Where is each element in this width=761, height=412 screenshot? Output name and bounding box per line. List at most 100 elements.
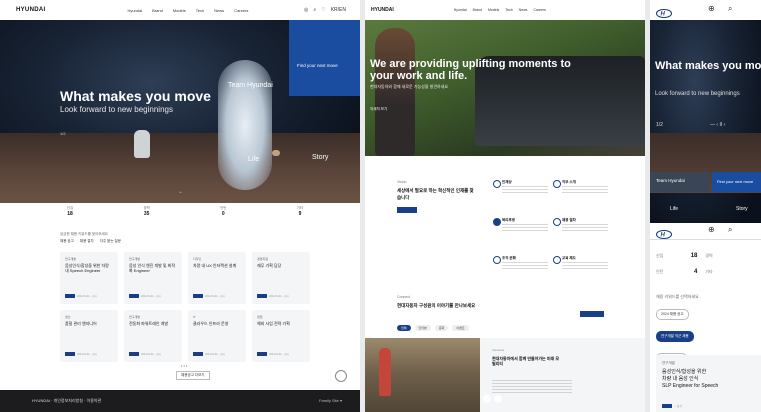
story-tab[interactable]: 전체 [397, 325, 411, 331]
menu-item[interactable]: Tech [505, 8, 512, 12]
stat-unit: 기타 [705, 269, 713, 274]
job-date: 2024.01.01 ~ 상시 [269, 353, 289, 356]
hero-label-life[interactable]: Life [248, 156, 259, 163]
stat-item[interactable]: 신입 18 [40, 206, 100, 220]
keyword-chip[interactable]: 채용 공고 [60, 239, 74, 244]
vision-button[interactable] [397, 207, 417, 213]
job-card[interactable]: 연구개발 음성인식/합성을 위한 차량 내 음성 인식 SLP Engineer f… [656, 355, 761, 412]
service-item[interactable]: 인재상 [493, 180, 553, 202]
section-title: 세상에서 필요로 하는 혁신적인 인재를 찾습니다 [397, 188, 474, 200]
light-portal [218, 60, 272, 190]
menu-item[interactable]: Careers [234, 8, 248, 13]
menu-item[interactable]: Tech [196, 8, 204, 13]
menu-item[interactable]: News [519, 8, 528, 12]
job-category: 경영지원 [257, 257, 269, 261]
job-card[interactable]: 연구개발 음성 인식 엔진 개발 및 최적화 Engineer 2024.01.01… [124, 252, 182, 304]
service-item[interactable]: 복리후생 [493, 218, 553, 240]
service-grid: 인재상 직무 소개 복리후생 채용 절차 조직 문화 교육 제도 [493, 180, 613, 278]
stat-row[interactable]: 신입 18 경력 [656, 248, 756, 264]
globe-icon[interactable]: ◎ [304, 7, 308, 13]
globe-icon[interactable]: ⊕ [708, 4, 715, 13]
footer-links[interactable]: HYUNDAI · 개인정보처리방침 · 이용약관 [32, 398, 101, 404]
story-tab[interactable]: 이벤트 [452, 325, 469, 331]
keyword-chip[interactable]: 2024 채용 공고 [656, 309, 689, 320]
menu-item[interactable]: News [214, 8, 224, 13]
service-icon [553, 218, 561, 226]
svg-text:H: H [661, 233, 666, 239]
service-item[interactable]: 직무 소개 [553, 180, 613, 202]
story-tab[interactable]: 문화 [434, 325, 449, 331]
chatbot-icon[interactable] [335, 370, 347, 382]
job-card[interactable]: 디자인 차량 내 UX 인터랙션 설계 2024.01.01 ~ 상시 [188, 252, 246, 304]
hyundai-logo-icon[interactable]: H [656, 226, 672, 244]
job-card[interactable]: 연구개발 전동화 파워트레인 개발 2024.01.01 ~ 상시 [124, 310, 182, 362]
find-next-move-panel[interactable]: Find your next move [289, 20, 360, 96]
language-toggle[interactable]: KR/EN [331, 7, 346, 13]
more-jobs-button[interactable]: 채용공고 더보기 [176, 371, 210, 380]
hero-label-life[interactable]: Life [670, 206, 678, 212]
hero-label-team[interactable]: Team Hyundai [228, 82, 273, 89]
job-category: 연구개발 [129, 257, 141, 261]
search-icon[interactable]: ⌕ [728, 4, 732, 14]
hero-subtitle: 현대자동차와 함께 새로운 가능성을 발견하세요 [370, 84, 449, 89]
hero-label-story[interactable]: Story [736, 206, 748, 212]
job-card[interactable]: 경영지원 재무 기획 담당 2024.01.01 ~ 상시 [252, 252, 310, 304]
story-article[interactable]: Interview 현대자동차에서 함께 만들어가는 미래 모빌리티 [480, 338, 645, 412]
stat-item[interactable]: 기타 9 [270, 206, 330, 220]
service-description [502, 224, 548, 233]
service-item[interactable]: 채용 절차 [553, 218, 613, 240]
menu-item[interactable]: Hyundai [454, 8, 467, 12]
view-all-button[interactable] [580, 311, 604, 317]
job-badge [193, 294, 203, 298]
pagination-dots[interactable]: • • • [181, 363, 187, 368]
astronaut-figure [134, 130, 150, 158]
prev-arrow-icon[interactable] [483, 395, 491, 403]
search-icon[interactable]: ⌕ [313, 7, 316, 13]
menu-item[interactable]: Careers [533, 8, 545, 12]
stat-value: 18 [67, 211, 73, 217]
service-item[interactable]: 조직 문화 [493, 256, 553, 278]
keyword-chip[interactable]: 자주 묻는 질문 [100, 239, 121, 244]
job-card-grid: 연구개발 음성인식/합성을 위한 차량 내 Speech Engineer 2024… [60, 252, 312, 362]
menu-item[interactable]: Hyundai [127, 8, 142, 13]
find-next-move-tile[interactable]: Find your next move [712, 172, 761, 192]
stat-item[interactable]: 인턴 0 [193, 206, 253, 220]
menu-item[interactable]: Brand [152, 8, 163, 13]
keyword-chip[interactable]: 연구개발 직군 채용 [656, 331, 694, 342]
story-photo[interactable] [365, 338, 480, 412]
service-item[interactable]: 교육 제도 [553, 256, 613, 278]
service-title: 인재상 [502, 180, 512, 184]
heart-icon[interactable]: ♡ [321, 7, 325, 13]
job-card[interactable]: IT 클라우드 인프라 운영 2024.01.01 ~ 상시 [188, 310, 246, 362]
family-site-select[interactable]: Family Site ▾ [319, 398, 342, 403]
stat-item[interactable]: 경력 35 [117, 206, 177, 220]
main-menu: Hyundai Brand Models Tech News Careers [127, 8, 248, 13]
service-icon [493, 180, 501, 188]
story-tab[interactable]: 인터뷰 [414, 325, 431, 331]
job-card[interactable]: 생산 품질 관리 엔지니어 2024.01.01 ~ 상시 [60, 310, 118, 362]
search-icon[interactable]: ⌕ [728, 225, 732, 235]
find-next-move-label: Find your next move [717, 179, 754, 184]
job-category: 디자인 [193, 257, 202, 261]
hero-title: What makes you move [60, 88, 211, 104]
keyword-chip[interactable]: 채용 절차 [80, 239, 94, 244]
next-arrow-icon[interactable] [494, 395, 502, 403]
hero-label-story[interactable]: Story [312, 154, 328, 161]
hyundai-logo[interactable]: HYUNDAI [371, 7, 394, 13]
hero-button[interactable]: 자세히 보기 [370, 107, 387, 112]
globe-icon[interactable]: ⊕ [708, 225, 715, 234]
chevron-down-icon[interactable]: ⌄ [178, 188, 183, 195]
service-description [502, 186, 548, 195]
service-icon [553, 256, 561, 264]
menu-item[interactable]: Models [173, 8, 186, 13]
stat-value: 0 [221, 211, 225, 217]
hyundai-logo[interactable]: HYUNDAI [16, 7, 45, 13]
section-title: 현대자동차 구성원의 이야기를 만나보세요 [397, 303, 476, 308]
hero-carousel-controls[interactable]: — ‹ II › [710, 122, 725, 128]
stat-row[interactable]: 인턴 4 기타 [656, 264, 756, 280]
job-card[interactable]: 연구개발 음성인식/합성을 위한 차량 내 Speech Engineer 2024… [60, 252, 118, 304]
job-card[interactable]: 영업 해외 사업 전략 기획 2024.01.01 ~ 상시 [252, 310, 310, 362]
menu-item[interactable]: Models [488, 8, 499, 12]
team-hyundai-tile[interactable]: Team Hyundai [650, 172, 710, 192]
menu-item[interactable]: Brand [473, 8, 482, 12]
